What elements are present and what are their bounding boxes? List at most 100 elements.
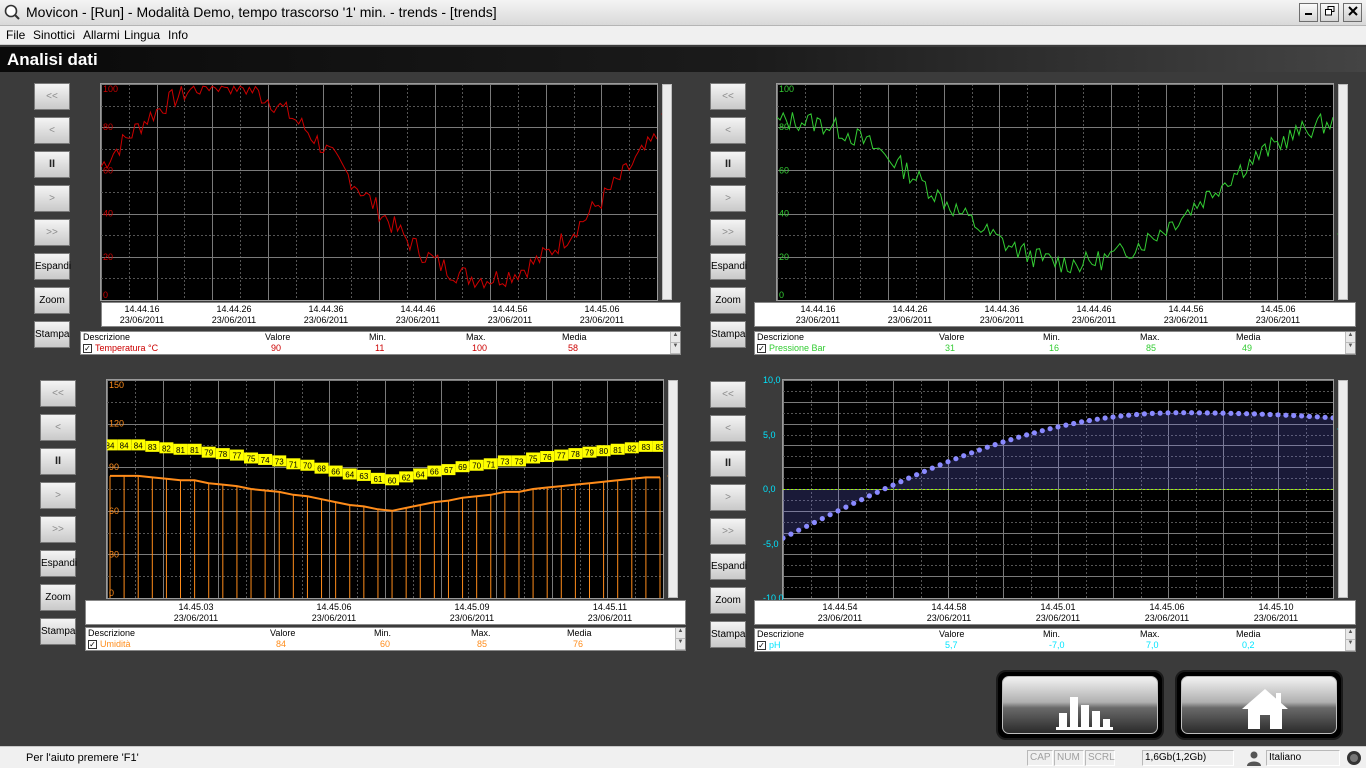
y-tick-label: 0,0 (763, 484, 776, 494)
scroll-down-icon[interactable]: ▼ (1346, 343, 1355, 354)
prev-button[interactable]: < (34, 117, 70, 144)
ph-point (1228, 410, 1234, 416)
prev-button[interactable]: < (40, 414, 76, 441)
time-tick: 14.44.46 23/06/2011 (383, 304, 453, 326)
legend-scrollbar[interactable]: ▲ ▼ (675, 628, 685, 650)
time-tick: 14.45.11 23/06/2011 (575, 602, 645, 624)
expand-button[interactable]: Espandi (710, 253, 747, 280)
first-button[interactable]: << (40, 380, 76, 407)
scroll-down-icon[interactable]: ▼ (671, 343, 680, 354)
last-button[interactable]: >> (34, 219, 70, 246)
prev-button[interactable]: < (710, 415, 746, 442)
last-button[interactable]: >> (710, 518, 746, 545)
series-visible-checkbox[interactable]: ✓ (88, 640, 97, 649)
zoom-button[interactable]: Zoom (710, 587, 746, 614)
trend-plot[interactable]: 10,05,00,0-5,0-10,0 (782, 379, 1334, 599)
first-button[interactable]: << (710, 83, 746, 110)
ph-point (1126, 412, 1132, 418)
time-tick-date: 23/06/2011 (449, 613, 495, 623)
ph-point (1141, 411, 1147, 417)
ph-point (1181, 410, 1187, 416)
last-button[interactable]: >> (710, 219, 746, 246)
series-visible-checkbox[interactable]: ✓ (83, 344, 92, 353)
next-button[interactable]: > (40, 482, 76, 509)
legend-scrollbar[interactable]: ▲ ▼ (670, 332, 680, 354)
legend-header-min: Min. (374, 628, 392, 638)
close-button[interactable] (1343, 3, 1362, 22)
zoom-button[interactable]: Zoom (40, 584, 76, 611)
ph-point (1071, 420, 1077, 427)
ph-point (976, 447, 982, 453)
expand-button[interactable]: Espandi (34, 253, 71, 280)
vertical-scrollbar[interactable] (1338, 380, 1348, 598)
time-tick-time: 14.44.56 (492, 304, 528, 314)
pause-button[interactable]: II (710, 450, 746, 477)
next-button[interactable]: > (710, 185, 746, 212)
scroll-down-icon[interactable]: ▼ (676, 639, 685, 650)
data-analysis-button[interactable] (996, 670, 1164, 740)
legend-value-desc: pH (769, 640, 781, 650)
ph-point (1000, 439, 1006, 445)
first-button[interactable]: << (710, 381, 746, 408)
ph-point (1244, 411, 1250, 417)
print-button[interactable]: Stampa (710, 321, 746, 348)
value-label: 83 (148, 443, 157, 452)
y-tick-label: 60 (109, 506, 119, 516)
scroll-up-icon[interactable]: ▲ (671, 332, 680, 343)
legend-scrollbar[interactable]: ▲ ▼ (1345, 629, 1355, 651)
print-button[interactable]: Stampa (710, 621, 746, 648)
restore-button[interactable] (1320, 3, 1339, 22)
minimize-icon (1304, 13, 1312, 15)
menu-file[interactable]: File (6, 28, 25, 42)
expand-button[interactable]: Espandi (710, 553, 747, 580)
trend-plot[interactable]: 100 80 60 40 20 0 (100, 83, 658, 301)
minimize-button[interactable] (1299, 3, 1318, 22)
movicon-app-icon[interactable] (4, 4, 20, 20)
menu-info[interactable]: Info (168, 28, 188, 42)
value-label: 79 (204, 449, 213, 458)
ph-point (1094, 416, 1100, 422)
zoom-button[interactable]: Zoom (710, 287, 746, 314)
scroll-up-icon[interactable]: ▲ (1346, 332, 1355, 343)
pause-button[interactable]: II (710, 151, 746, 178)
menu-sinottici[interactable]: Sinottici (33, 28, 75, 42)
prev-button[interactable]: < (710, 117, 746, 144)
scroll-up-icon[interactable]: ▲ (676, 628, 685, 639)
expand-button[interactable]: Espandi (40, 550, 77, 577)
ph-point (874, 489, 880, 495)
print-button[interactable]: Stampa (40, 618, 76, 645)
ph-point (890, 482, 896, 488)
value-label: 71 (289, 460, 298, 469)
pause-button[interactable]: II (40, 448, 76, 475)
vertical-scrollbar[interactable] (1338, 84, 1348, 300)
user-icon[interactable] (1246, 750, 1262, 766)
time-tick-date: 23/06/2011 (587, 613, 633, 623)
menu-lingua[interactable]: Lingua (124, 28, 160, 42)
series-visible-checkbox[interactable]: ✓ (757, 641, 766, 650)
next-button[interactable]: > (34, 185, 70, 212)
legend-scrollbar[interactable]: ▲ ▼ (1345, 332, 1355, 354)
time-tick-time: 14.44.58 (931, 602, 967, 612)
trend-plot[interactable]: 100 80 60 40 20 0 (776, 83, 1334, 301)
home-button[interactable] (1175, 670, 1343, 740)
scroll-down-icon[interactable]: ▼ (1346, 640, 1355, 651)
first-button[interactable]: << (34, 83, 70, 110)
time-tick-time: 14.45.06 (1149, 602, 1185, 612)
last-button[interactable]: >> (40, 516, 76, 543)
next-button[interactable]: > (710, 484, 746, 511)
ph-point (961, 453, 967, 459)
series-visible-checkbox[interactable]: ✓ (757, 344, 766, 353)
pause-button[interactable]: II (34, 151, 70, 178)
menu-allarmi[interactable]: Allarmi (83, 28, 120, 42)
vertical-scrollbar[interactable] (668, 380, 678, 598)
trend-plot[interactable]: 150 120 90 60 30 0 84 84 84 83 82 81 81 79 78 77 75 74 73 7… (106, 379, 664, 599)
legend-value-avg: 0,2 (1242, 640, 1255, 650)
zoom-button[interactable]: Zoom (34, 287, 70, 314)
time-tick-date: 23/06/2011 (817, 613, 863, 623)
trend-plot-canvas: 10,05,00,0-5,0-10,0 (783, 380, 1333, 598)
vertical-scrollbar[interactable] (662, 84, 672, 300)
print-button[interactable]: Stampa (34, 321, 70, 348)
legend-value-avg: 49 (1242, 343, 1253, 353)
scroll-up-icon[interactable]: ▲ (1346, 629, 1355, 640)
time-tick-date: 23/06/2011 (119, 315, 165, 325)
